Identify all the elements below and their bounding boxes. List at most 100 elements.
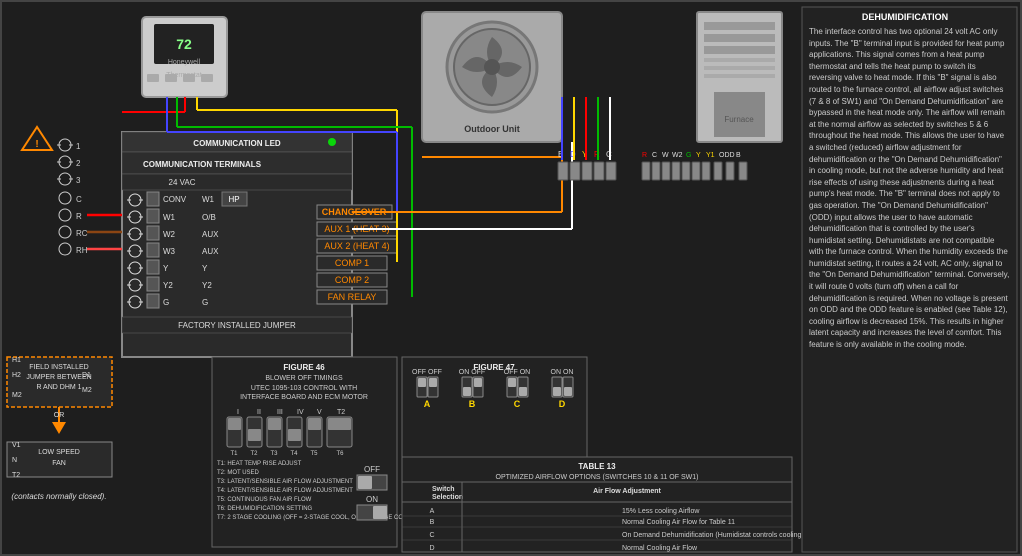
svg-text:Outdoor Unit: Outdoor Unit bbox=[464, 124, 520, 134]
svg-text:W: W bbox=[662, 152, 669, 159]
svg-text:W1: W1 bbox=[202, 195, 215, 204]
svg-text:AUX 2 (HEAT 4): AUX 2 (HEAT 4) bbox=[324, 241, 389, 251]
svg-text:TABLE 13: TABLE 13 bbox=[578, 462, 616, 471]
svg-text:IV: IV bbox=[297, 409, 304, 416]
svg-text:INTERFACE BOARD AND ECM MOTOR: INTERFACE BOARD AND ECM MOTOR bbox=[240, 394, 368, 401]
svg-text:B: B bbox=[736, 152, 741, 159]
svg-text:Honeywell: Honeywell bbox=[168, 59, 201, 66]
svg-text:T2: T2 bbox=[337, 409, 345, 416]
svg-text:2: 2 bbox=[76, 159, 81, 168]
svg-text:Y: Y bbox=[163, 264, 169, 273]
svg-text:C: C bbox=[514, 399, 521, 409]
svg-text:V: V bbox=[317, 409, 322, 416]
main-container: 72 Honeywell Thermostat Outdoor Unit Fur… bbox=[0, 0, 1022, 556]
svg-text:BLOWER OFF TIMINGS: BLOWER OFF TIMINGS bbox=[265, 375, 343, 382]
svg-text:W1: W1 bbox=[163, 213, 176, 222]
svg-text:AUX: AUX bbox=[202, 247, 219, 256]
svg-text:COMMUNICATION TERMINALS: COMMUNICATION TERMINALS bbox=[143, 160, 262, 169]
svg-text:T2: MOT USED: T2: MOT USED bbox=[217, 470, 260, 476]
svg-text:III: III bbox=[277, 409, 283, 416]
svg-text:COMMUNICATION LED: COMMUNICATION LED bbox=[193, 139, 281, 148]
svg-text:DEHUMIDIFICATION: DEHUMIDIFICATION bbox=[862, 12, 948, 22]
svg-text:T6: T6 bbox=[336, 451, 344, 457]
svg-text:B: B bbox=[430, 519, 435, 526]
svg-text:COMP 2: COMP 2 bbox=[335, 275, 369, 285]
svg-text:H2: H2 bbox=[12, 372, 21, 379]
svg-text:Y: Y bbox=[696, 152, 701, 159]
svg-text:OFF ON: OFF ON bbox=[504, 369, 530, 376]
svg-text:OPTIMIZED AIRFLOW OPTIONS (SWI: OPTIMIZED AIRFLOW OPTIONS (SWITCHES 10 &… bbox=[496, 474, 699, 481]
svg-text:ON ON: ON ON bbox=[551, 369, 574, 376]
svg-text:Y1: Y1 bbox=[706, 152, 715, 159]
svg-text:Y2: Y2 bbox=[202, 281, 212, 290]
svg-text:T1: T1 bbox=[230, 451, 238, 457]
svg-text:On Demand Dehumidification (Hu: On Demand Dehumidification (Humidistat c… bbox=[622, 532, 826, 539]
svg-text:V1: V1 bbox=[12, 442, 21, 449]
svg-text:R AND DHM 1: R AND DHM 1 bbox=[36, 384, 81, 391]
svg-text:AUX: AUX bbox=[202, 230, 219, 239]
svg-text:M2: M2 bbox=[12, 392, 22, 399]
svg-text:ON OFF: ON OFF bbox=[459, 369, 485, 376]
svg-text:FIGURE 46: FIGURE 46 bbox=[283, 363, 325, 372]
svg-text:T6: DEHUMIDIFICATION SETTING: T6: DEHUMIDIFICATION SETTING bbox=[217, 506, 313, 512]
svg-text:!: ! bbox=[35, 139, 38, 150]
svg-text:T4: T4 bbox=[290, 451, 298, 457]
svg-text:D: D bbox=[429, 545, 434, 552]
svg-text:1: 1 bbox=[76, 142, 81, 151]
svg-text:N: N bbox=[12, 457, 17, 464]
svg-text:CONV: CONV bbox=[163, 195, 187, 204]
svg-text:C: C bbox=[429, 532, 434, 539]
svg-text:Y2: Y2 bbox=[163, 281, 173, 290]
svg-text:RH: RH bbox=[76, 246, 88, 255]
svg-text:ODD: ODD bbox=[719, 152, 735, 159]
svg-text:(contacts normally closed).: (contacts normally closed). bbox=[11, 492, 106, 501]
svg-text:Furnace: Furnace bbox=[724, 115, 754, 124]
svg-text:G: G bbox=[202, 298, 208, 307]
svg-text:FACTORY INSTALLED JUMPER: FACTORY INSTALLED JUMPER bbox=[178, 321, 296, 330]
svg-text:O/B: O/B bbox=[202, 213, 216, 222]
svg-text:Y: Y bbox=[202, 264, 208, 273]
svg-text:W3: W3 bbox=[163, 247, 176, 256]
svg-text:15% Less cooling Airflow: 15% Less cooling Airflow bbox=[622, 508, 700, 515]
svg-text:T3: LATENT/SENSIBLE AIR FLOW A: T3: LATENT/SENSIBLE AIR FLOW ADJUSTMENT bbox=[217, 479, 353, 485]
svg-text:OR: OR bbox=[54, 412, 65, 419]
svg-text:T2: T2 bbox=[250, 451, 258, 457]
svg-text:B: B bbox=[469, 399, 476, 409]
svg-text:D: D bbox=[559, 399, 566, 409]
svg-text:COMP 1: COMP 1 bbox=[335, 258, 369, 268]
svg-text:C: C bbox=[76, 195, 82, 204]
svg-text:UTEC 1095-103 CONTROL WITH: UTEC 1095-103 CONTROL WITH bbox=[251, 385, 357, 392]
svg-text:Air Flow Adjustment: Air Flow Adjustment bbox=[593, 488, 661, 495]
svg-text:D1: D1 bbox=[82, 372, 91, 379]
svg-text:RC: RC bbox=[76, 229, 88, 238]
svg-text:Normal Cooling Air Flow: Normal Cooling Air Flow bbox=[622, 545, 698, 552]
svg-text:C: C bbox=[652, 152, 657, 159]
svg-text:W2: W2 bbox=[672, 152, 683, 159]
svg-text:M2: M2 bbox=[82, 387, 92, 394]
svg-text:T4: LATENT/SENSIBLE AIR FLOW A: T4: LATENT/SENSIBLE AIR FLOW ADJUSTMENT bbox=[217, 488, 353, 494]
svg-text:FAN RELAY: FAN RELAY bbox=[328, 292, 377, 302]
svg-text:ON: ON bbox=[366, 495, 378, 504]
svg-text:Switch: Switch bbox=[432, 486, 455, 493]
svg-text:T1: HEAT TEMP RISE ADJUST: T1: HEAT TEMP RISE ADJUST bbox=[217, 461, 302, 467]
svg-text:OFF: OFF bbox=[364, 465, 380, 474]
svg-text:W2: W2 bbox=[163, 230, 176, 239]
svg-text:24 VAC: 24 VAC bbox=[169, 178, 196, 187]
svg-text:R: R bbox=[76, 212, 82, 221]
svg-text:H1: H1 bbox=[12, 357, 21, 364]
svg-text:G: G bbox=[686, 152, 691, 159]
svg-text:Selection: Selection bbox=[432, 494, 463, 501]
svg-text:G: G bbox=[163, 298, 169, 307]
svg-text:A: A bbox=[424, 399, 431, 409]
svg-text:II: II bbox=[257, 409, 261, 416]
svg-text:72: 72 bbox=[176, 36, 192, 52]
svg-text:I: I bbox=[237, 409, 239, 416]
svg-text:T5: CONTINUOUS FAN AIR FLOW: T5: CONTINUOUS FAN AIR FLOW bbox=[217, 497, 312, 503]
svg-text:HP: HP bbox=[228, 195, 239, 204]
svg-text:R: R bbox=[642, 152, 647, 159]
svg-text:T5: T5 bbox=[310, 451, 318, 457]
svg-text:T2: T2 bbox=[12, 472, 20, 479]
svg-text:A: A bbox=[430, 508, 435, 515]
svg-text:T3: T3 bbox=[270, 451, 278, 457]
svg-text:Normal Cooling Air Flow for Ta: Normal Cooling Air Flow for Table 11 bbox=[622, 519, 735, 526]
